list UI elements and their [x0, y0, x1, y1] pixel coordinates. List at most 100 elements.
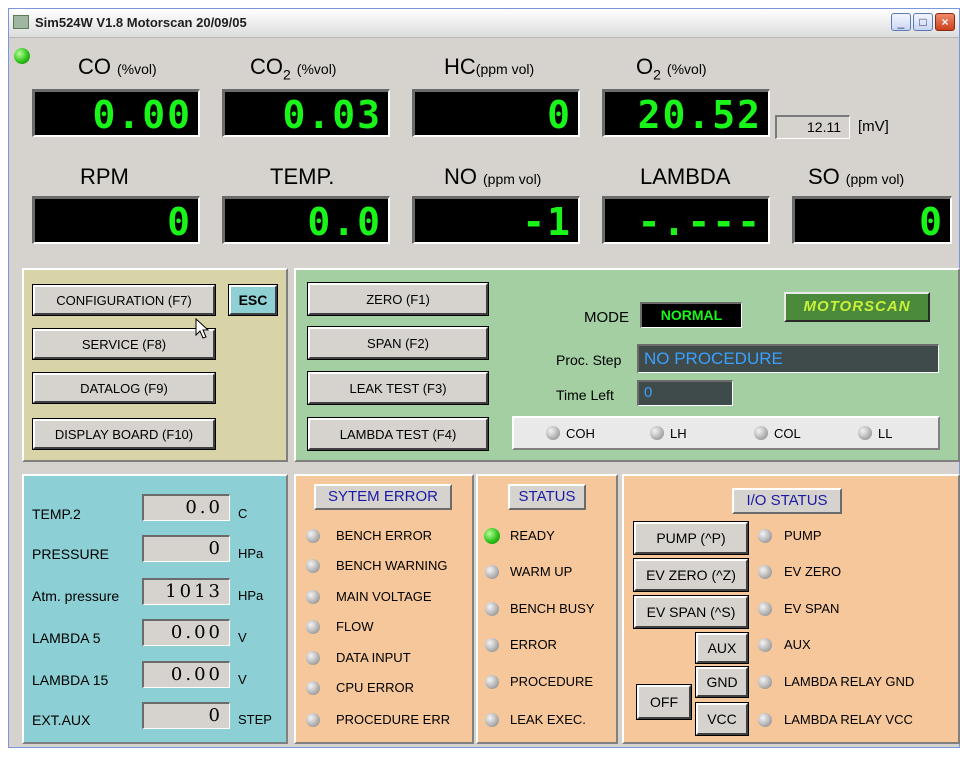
aux-led-icon — [758, 638, 772, 652]
ev-zero-status-label: EV ZERO — [784, 564, 842, 579]
o2-display: 20.52 — [602, 89, 770, 137]
vcc-button[interactable]: VCC — [695, 702, 749, 736]
bench-warning-label: BENCH WARNING — [336, 558, 448, 573]
pressure-readout: 0 — [142, 535, 230, 562]
temp2-unit: C — [238, 506, 248, 521]
flow-label: FLOW — [336, 619, 374, 634]
rpm-display: 0 — [32, 196, 200, 244]
procedure-err-led-icon — [306, 713, 320, 727]
mode-label: MODE — [584, 309, 629, 326]
ext-aux-label: EXT.AUX — [32, 712, 91, 728]
bench-busy-label: BENCH BUSY — [510, 601, 595, 616]
configuration-button[interactable]: CONFIGURATION (F7) — [32, 284, 216, 316]
data-input-label: DATA INPUT — [336, 650, 411, 665]
o2-mv-readout: 12.11 — [775, 115, 850, 139]
ready-label: READY — [510, 528, 555, 543]
main-voltage-led-icon — [306, 590, 320, 604]
lambda5-unit: V — [238, 630, 247, 645]
lh-led-icon — [650, 426, 664, 440]
maximize-icon[interactable]: □ — [913, 13, 933, 31]
io-status-title: I/O STATUS — [732, 488, 842, 514]
minimize-icon[interactable]: _ — [891, 13, 911, 31]
flow-led-icon — [306, 620, 320, 634]
time-left-label: Time Left — [556, 387, 614, 403]
pressure-unit: HPa — [238, 546, 264, 561]
co-display: 0.00 — [32, 89, 200, 137]
bench-error-led-icon — [306, 529, 320, 543]
datalog-button[interactable]: DATALOG (F9) — [32, 372, 216, 404]
atm-pressure-readout: 1013 — [142, 578, 230, 605]
procedure-led-icon — [485, 675, 499, 689]
o2-mv-unit: [mV] — [858, 118, 889, 135]
ev-zero-button[interactable]: EV ZERO (^Z) — [633, 558, 749, 592]
time-left-value: 0 — [637, 380, 733, 406]
col-led-icon — [754, 426, 768, 440]
service-button[interactable]: SERVICE (F8) — [32, 328, 216, 360]
bench-error-label: BENCH ERROR — [336, 528, 433, 543]
coh-led-icon — [546, 426, 560, 440]
coh-label: COH — [566, 426, 595, 441]
hc-label: HC(ppm vol) — [444, 54, 535, 79]
system-error-panel — [294, 474, 474, 744]
lambda-relay-gnd-label: LAMBDA RELAY GND — [784, 674, 915, 689]
connection-led-icon — [14, 48, 30, 64]
aux-status-label: AUX — [784, 637, 811, 652]
no-display: -1 — [412, 196, 580, 244]
lambda-relay-vcc-label: LAMBDA RELAY VCC — [784, 712, 913, 727]
pump-status-label: PUMP — [784, 528, 822, 543]
zero-button[interactable]: ZERO (F1) — [307, 282, 489, 316]
atm-pressure-label: Atm. pressure — [32, 588, 120, 604]
aux-button[interactable]: AUX — [695, 632, 749, 664]
window-title: Sim524W V1.8 Motorscan 20/09/05 — [35, 15, 247, 30]
ev-span-button[interactable]: EV SPAN (^S) — [633, 595, 749, 629]
pump-led-icon — [758, 529, 772, 543]
temp-display: 0.0 — [222, 196, 390, 244]
error-led-icon — [485, 638, 499, 652]
ll-led-icon — [858, 426, 872, 440]
span-button[interactable]: SPAN (F2) — [307, 326, 489, 360]
error-label: ERROR — [510, 637, 557, 652]
so-display: 0 — [792, 196, 952, 244]
proc-step-label: Proc. Step — [556, 352, 622, 368]
lambda-test-button[interactable]: LAMBDA TEST (F4) — [307, 417, 489, 451]
lambda5-label: LAMBDA 5 — [32, 630, 101, 646]
off-button[interactable]: OFF — [636, 684, 692, 720]
lambda15-readout: 0.00 — [142, 661, 230, 688]
system-error-title: SYTEM ERROR — [314, 484, 452, 510]
ready-led-icon — [484, 528, 500, 544]
mode-value: NORMAL — [640, 302, 742, 328]
procedure-label: PROCEDURE — [510, 674, 594, 689]
close-icon[interactable]: × — [935, 13, 955, 31]
warm-up-led-icon — [485, 565, 499, 579]
atm-pressure-unit: HPa — [238, 588, 264, 603]
ext-aux-unit: STEP — [238, 712, 272, 727]
temp-label: TEMP. — [270, 164, 335, 189]
ext-aux-readout: 0 — [142, 702, 230, 729]
temp2-readout: 0.0 — [142, 494, 230, 521]
warm-up-label: WARM UP — [510, 564, 573, 579]
lambda15-label: LAMBDA 15 — [32, 672, 109, 688]
lambda-relay-vcc-led-icon — [758, 713, 772, 727]
lambda-relay-gnd-led-icon — [758, 675, 772, 689]
leak-test-button[interactable]: LEAK TEST (F3) — [307, 371, 489, 405]
ev-span-status-label: EV SPAN — [784, 601, 840, 616]
app-icon — [13, 15, 29, 29]
ev-zero-led-icon — [758, 565, 772, 579]
display-board-button[interactable]: DISPLAY BOARD (F10) — [32, 418, 216, 450]
bench-busy-led-icon — [485, 602, 499, 616]
pump-button[interactable]: PUMP (^P) — [633, 521, 749, 555]
title-bar: Sim524W V1.8 Motorscan 20/09/05 _ □ × — [9, 9, 959, 38]
ev-span-led-icon — [758, 602, 772, 616]
so-label: SO (ppm vol) — [808, 164, 905, 189]
gnd-button[interactable]: GND — [695, 666, 749, 698]
cpu-error-led-icon — [306, 681, 320, 695]
pressure-label: PRESSURE — [32, 546, 110, 562]
ll-label: LL — [878, 426, 893, 441]
leak-exec-led-icon — [485, 713, 499, 727]
proc-step-value: NO PROCEDURE — [637, 344, 939, 373]
rpm-label: RPM — [80, 164, 129, 189]
lh-label: LH — [670, 426, 687, 441]
main-voltage-label: MAIN VOLTAGE — [336, 589, 432, 604]
lambda5-readout: 0.00 — [142, 619, 230, 646]
esc-button[interactable]: ESC — [228, 284, 278, 316]
